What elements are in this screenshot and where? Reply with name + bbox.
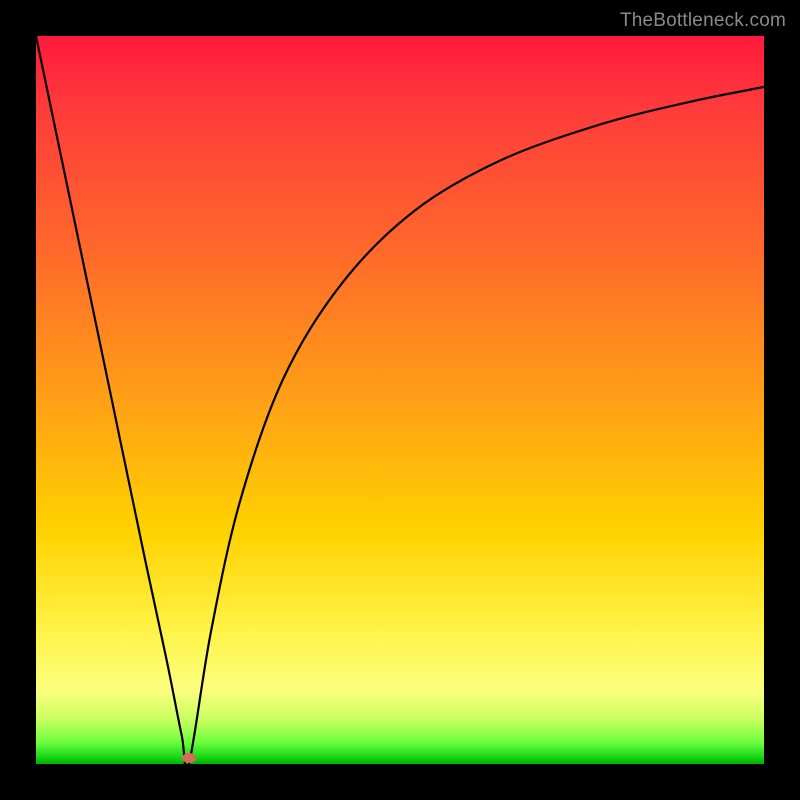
chart-frame: TheBottleneck.com (0, 0, 800, 800)
optimal-point-marker (182, 753, 196, 763)
plot-area (36, 36, 764, 764)
curve-svg (36, 36, 764, 764)
watermark-text: TheBottleneck.com (620, 10, 786, 32)
bottleneck-curve (36, 36, 764, 764)
